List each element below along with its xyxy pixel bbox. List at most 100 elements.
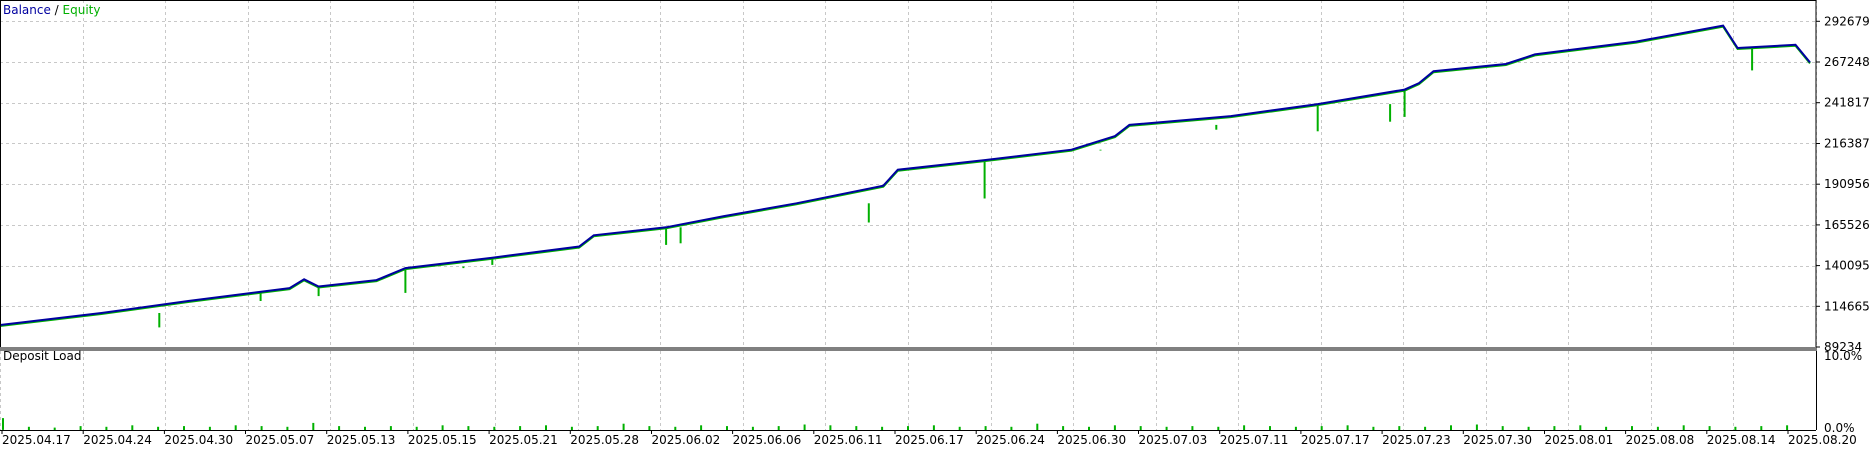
deposit-load-bar (286, 426, 289, 430)
x-tick-label: 2025.07.23 (1382, 433, 1451, 447)
x-tick-label: 2025.04.30 (164, 433, 233, 447)
deposit-load-bar (1605, 426, 1608, 430)
deposit-load-bar (1631, 426, 1633, 431)
x-tick-label: 2025.07.17 (1301, 433, 1370, 447)
x-tick-label: 2025.04.24 (83, 433, 152, 447)
x-axis-labels: 2025.04.17 2025.04.24 2025.04.30 2025.05.07… (1, 430, 1857, 447)
deposit-load-bar (1682, 425, 1685, 430)
deposit-load-bar (1217, 426, 1220, 430)
x-tick-label: 2025.06.06 (733, 433, 802, 447)
x-tick-label: 2025.05.15 (408, 433, 477, 447)
legend-equity: Equity (63, 3, 101, 17)
deposit-load-bar (545, 425, 547, 430)
deposit-load-bar (1088, 426, 1090, 430)
y-tick-label: 114665 (1824, 299, 1869, 313)
deposit-load-bar (1501, 426, 1504, 431)
deposit-load-bar (312, 422, 315, 430)
deposit-load-bar (1036, 423, 1039, 430)
x-tick-label: 2025.08.14 (1707, 433, 1776, 447)
deposit-load-bar (105, 426, 108, 430)
deposit-load-bar (1708, 426, 1711, 431)
deposit-load-bar (157, 426, 160, 430)
deposit-load-bar (260, 426, 263, 431)
panel-separator (0, 347, 1817, 351)
deposit-load-bar (622, 423, 625, 430)
deposit-load-bar (1579, 425, 1582, 430)
deposit-load-bar (1786, 425, 1789, 430)
deposit-load-bar (1113, 425, 1116, 430)
deposit-load-bar (648, 426, 651, 431)
chart-window: 292679 267248 241817 216387 190956 165526 1400… (0, 0, 1869, 447)
deposit-load-bar (1294, 426, 1297, 430)
deposit-load-bar (2, 418, 4, 430)
deposit-load-bar (596, 426, 599, 431)
deposit-load-bar (1139, 426, 1142, 431)
x-tick-label: 2025.08.20 (1788, 433, 1857, 447)
x-tick-label: 2025.05.13 (327, 433, 396, 447)
deposit-load-bar (570, 426, 573, 430)
x-tick-label: 2025.06.30 (1057, 433, 1126, 447)
deposit-load-title: Deposit Load (3, 349, 81, 363)
deposit-load-bar (881, 426, 884, 430)
deposit-load-bar (1398, 426, 1401, 431)
chart-background (0, 0, 1869, 447)
deposit-load-bar (1656, 426, 1659, 430)
x-tick-label: 2025.06.11 (814, 433, 883, 447)
deposit-load-bar (467, 426, 470, 431)
x-tick-label: 2025.07.03 (1139, 433, 1208, 447)
deposit-load-bar (441, 425, 444, 430)
deposit-load-bar (803, 424, 806, 430)
y-tick-label: 241817 (1824, 96, 1869, 110)
deposit-load-bar (674, 426, 677, 430)
y-tick-label: 292679 (1824, 14, 1869, 28)
y-tick-label: 190956 (1824, 177, 1869, 191)
deposit-load-bar (1010, 426, 1013, 430)
y-tick-label: 216387 (1824, 137, 1869, 151)
x-tick-label: 2025.07.30 (1463, 433, 1532, 447)
deposit-load-bar (364, 426, 366, 430)
deposit-load-bar (519, 426, 522, 431)
legend-balance: Balance (3, 3, 51, 17)
deposit-load-bar (27, 426, 30, 430)
deposit-load-bar (1062, 426, 1065, 431)
deposit-load-bar (777, 426, 780, 431)
deposit-load-bar (208, 426, 211, 430)
deposit-load-bar (131, 425, 134, 430)
x-tick-label: 2025.07.11 (1220, 433, 1289, 447)
deposit-load-bar (726, 426, 728, 431)
deposit-load-bar (493, 426, 496, 430)
deposit-load-bar (855, 426, 858, 431)
deposit-load-bar (183, 426, 185, 431)
y-tick-label: 165526 (1824, 218, 1869, 232)
x-tick-label: 2025.08.01 (1545, 433, 1614, 447)
legend-separator: / (51, 3, 63, 17)
x-tick-label: 2025.05.21 (489, 433, 558, 447)
deposit-load-bar (700, 425, 703, 430)
deposit-load-bar (1191, 426, 1194, 431)
deposit-load-bar (984, 426, 987, 431)
deposit-load-bar (1372, 426, 1375, 430)
deposit-load-bar (829, 425, 832, 430)
deposit-load-bar (53, 427, 56, 430)
deposit-load-bar (1527, 426, 1530, 430)
x-tick-label: 2025.06.02 (652, 433, 721, 447)
deposit-load-bar (415, 426, 418, 430)
deposit-load-bar (751, 426, 754, 430)
x-tick-label: 2025.08.08 (1626, 433, 1695, 447)
deposit-load-bar (1734, 426, 1737, 430)
x-tick-label: 2025.05.07 (246, 433, 315, 447)
deposit-load-bar (389, 426, 392, 431)
deposit-load-bar (1475, 424, 1478, 430)
deposit-load-bar (338, 426, 341, 431)
deposit-load-bar (1320, 426, 1323, 431)
deposit-load-bar (1553, 426, 1556, 431)
x-tick-label: 2025.05.28 (570, 433, 639, 447)
x-tick-label: 2025.04.17 (2, 433, 71, 447)
x-tick-label: 2025.06.24 (976, 433, 1045, 447)
deposit-load-bar (234, 425, 237, 430)
chart-canvas: 292679 267248 241817 216387 190956 165526 1400… (0, 0, 1869, 447)
y-tick-label: 267248 (1824, 55, 1869, 69)
deposit-load-bar (1269, 426, 1271, 431)
deposit-load-bar (932, 425, 935, 430)
deposit-load-bar (1424, 426, 1427, 430)
